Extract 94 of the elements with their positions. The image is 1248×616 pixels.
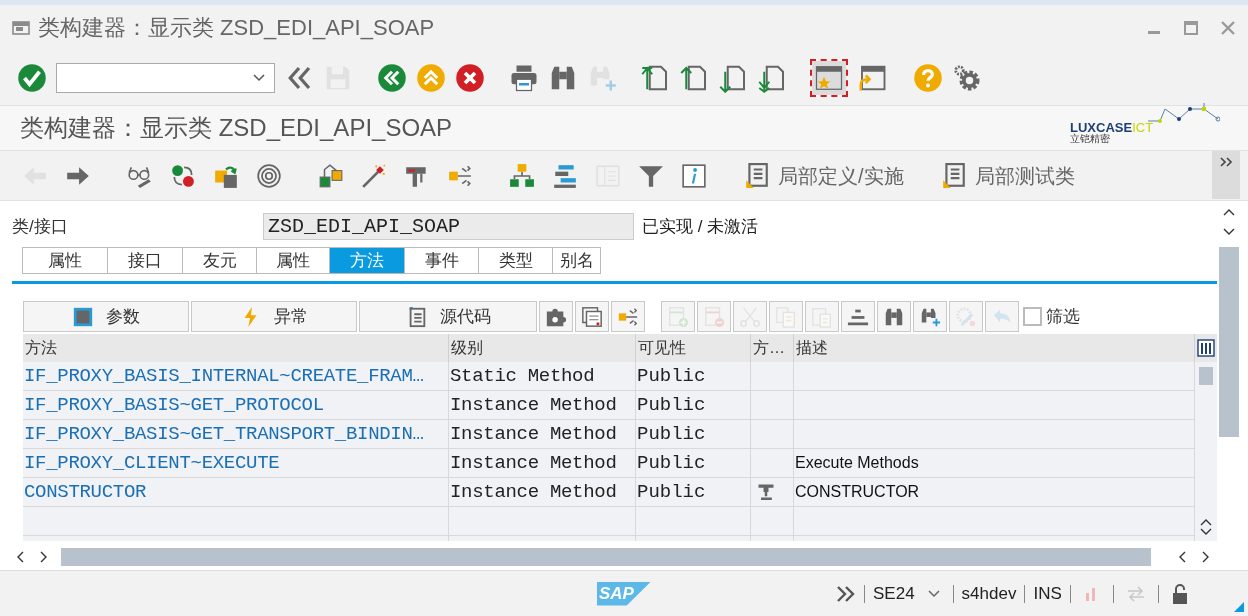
table-cell-text: Public — [637, 479, 706, 505]
add-row-icon — [667, 305, 689, 328]
copy-icon — [775, 305, 797, 328]
tab[interactable]: 友元 — [182, 247, 257, 274]
filter-label: 筛选 — [1046, 305, 1080, 328]
tab[interactable]: 事件 — [404, 247, 479, 274]
cancel-icon[interactable] — [455, 62, 485, 93]
window-list-icon — [581, 305, 603, 328]
column-header[interactable]: 级别 — [449, 334, 636, 362]
scroll-down-icon[interactable] — [1223, 227, 1235, 237]
toolbar-text-button[interactable]: 局部测试类 — [940, 160, 1075, 191]
scroll-thumb[interactable] — [1219, 247, 1239, 437]
magic-wand-icon[interactable] — [361, 162, 387, 189]
more-button[interactable] — [1212, 151, 1240, 199]
column-settings-icon[interactable] — [1197, 339, 1215, 357]
horizontal-scrollbar[interactable] — [61, 548, 1151, 566]
grid-tab-button[interactable]: 异常 — [191, 301, 357, 332]
resize-grip-icon — [1234, 602, 1244, 612]
indent-bars-icon[interactable] — [552, 162, 578, 189]
table-cell-text: Public — [637, 450, 706, 476]
double-chevron-right-icon — [1219, 157, 1233, 167]
toolbar-text-button[interactable]: 局部定义/实施 — [744, 160, 904, 191]
column-header[interactable]: 方… — [751, 334, 794, 362]
swap-arrows-icon — [1125, 585, 1146, 602]
hierarchy-icon[interactable] — [318, 162, 344, 189]
info-icon[interactable] — [681, 162, 707, 189]
tab[interactable]: 属性 — [22, 247, 108, 274]
table-cell-text: Public — [637, 392, 706, 418]
method-link[interactable]: IF_PROXY_BASIS_INTERNAL~CREATE_FRAM… — [24, 362, 424, 390]
grid-tool-button[interactable] — [841, 301, 875, 332]
tab[interactable]: 类型 — [478, 247, 553, 274]
delete-row-icon — [703, 305, 725, 328]
org-chart-icon[interactable] — [509, 162, 535, 189]
method-link[interactable]: IF_PROXY_BASIS~GET_PROTOCOL — [24, 391, 324, 419]
lock-icon — [1170, 582, 1189, 605]
input-mode: INS — [1033, 582, 1062, 605]
tab[interactable]: 别名 — [552, 247, 601, 274]
table-cell-text: Static Method — [450, 363, 595, 389]
document-icon — [940, 162, 967, 189]
table-cell-text: Execute Methods — [795, 453, 919, 473]
sap-logo: SAP — [597, 581, 651, 606]
close-icon[interactable] — [1220, 19, 1236, 36]
document-icon — [744, 162, 770, 189]
dropdown-icon[interactable] — [926, 588, 941, 599]
table-cell-text: Instance Method — [450, 392, 617, 418]
column-header[interactable]: 方法 — [23, 334, 449, 362]
window-icon — [12, 19, 30, 36]
dropdown-icon — [252, 72, 266, 83]
screen-title: 类构建器：显示类 ZSD_EDI_API_SOAP — [20, 113, 453, 143]
logo-wordmark: LUXCASEICT — [1070, 121, 1154, 134]
table-cell-text: Public — [637, 363, 706, 389]
grid-tool-button[interactable] — [877, 301, 911, 332]
tab[interactable]: 属性 — [256, 247, 330, 274]
grid-tool-button[interactable] — [575, 301, 609, 332]
logo-subtitle: 立铠精密 — [1070, 134, 1110, 144]
method-link[interactable]: IF_PROXY_CLIENT~EXECUTE — [24, 449, 280, 477]
swap-icon[interactable] — [170, 162, 196, 189]
method-link[interactable]: IF_PROXY_BASIS~GET_TRANSPORT_BINDIN… — [24, 420, 424, 448]
scroll-thumb[interactable] — [1199, 367, 1213, 385]
double-chevron-right-icon[interactable] — [836, 584, 856, 603]
enter-icon[interactable] — [17, 62, 47, 93]
transaction-code: SE24 — [873, 582, 915, 605]
column-header[interactable]: 可见性 — [636, 334, 751, 362]
window-title: 类构建器：显示类 ZSD_EDI_API_SOAP — [38, 14, 435, 42]
table-cell-text: Instance Method — [450, 450, 617, 476]
spiral-icon[interactable] — [256, 162, 282, 189]
settings-icon[interactable] — [952, 62, 982, 93]
scroll-up-icon[interactable] — [1223, 207, 1235, 217]
field-label: 类/接口 — [12, 215, 69, 238]
status-text: 已实现 / 未激活 — [642, 215, 759, 238]
grid-tool-button[interactable] — [913, 301, 947, 332]
paste-icon — [811, 305, 833, 328]
grid-tab-button[interactable]: 源代码 — [359, 301, 537, 332]
grid-tool-button[interactable] — [611, 301, 645, 332]
column-header[interactable]: 描述 — [794, 334, 1195, 362]
maximize-icon[interactable] — [1182, 19, 1200, 36]
tab[interactable]: 接口 — [107, 247, 183, 274]
scroll-up-icon[interactable] — [1200, 517, 1212, 527]
method-link[interactable]: CONSTRUCTOR — [24, 478, 147, 506]
table-cell-text: Instance Method — [450, 479, 617, 505]
filter-checkbox[interactable] — [1023, 307, 1042, 326]
table-cell-text: Instance Method — [450, 421, 617, 447]
class-name-field[interactable]: ZSD_EDI_API_SOAP — [263, 213, 634, 240]
table-cell-text: CONSTRUCTOR — [795, 482, 920, 502]
constructor-icon — [756, 482, 776, 502]
scroll-down-icon[interactable] — [1200, 527, 1212, 537]
gear-pencil-icon — [955, 305, 977, 328]
command-field[interactable] — [56, 62, 275, 93]
grid-tab-button[interactable]: 参数 — [23, 301, 189, 332]
exit-icon[interactable] — [377, 62, 407, 93]
system-name: s4hdev — [961, 582, 1017, 605]
table-cell-text: Public — [637, 421, 706, 447]
parameter-icon — [72, 305, 94, 328]
grid-tool-button[interactable] — [539, 301, 573, 332]
